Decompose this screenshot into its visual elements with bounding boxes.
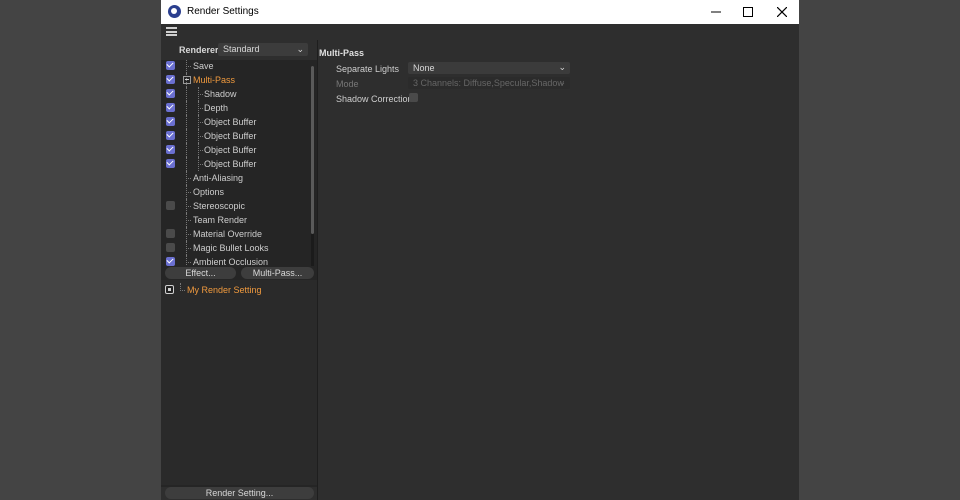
shadow-correction-checkbox[interactable] (409, 93, 418, 102)
left-panel: Renderer Standard ⌄ Save Multi-Pass Shadow… (161, 40, 317, 500)
mode-label: Mode (336, 79, 359, 89)
tree-item-label: Material Override (193, 229, 263, 239)
title-bar: Render Settings (161, 0, 799, 24)
tree-item[interactable]: Material Override (161, 227, 309, 241)
settings-list-item[interactable]: My Render Setting (161, 283, 309, 297)
tree-item[interactable]: Object Buffer (161, 129, 309, 143)
enable-checkbox[interactable] (166, 61, 175, 70)
enable-checkbox[interactable] (166, 131, 175, 140)
tree-item[interactable]: Magic Bullet Looks (161, 241, 309, 255)
maximize-icon (743, 7, 753, 17)
minimize-icon (711, 11, 721, 13)
enable-checkbox[interactable] (166, 257, 175, 266)
tree-item[interactable]: Shadow (161, 87, 309, 101)
render-settings-list: My Render Setting (161, 280, 317, 485)
tree-item[interactable]: Ambient Occlusion (161, 255, 309, 266)
tree-item-label: Anti-Aliasing (193, 173, 244, 183)
tree-item-label: Save (193, 61, 214, 71)
tree-scrollbar[interactable] (311, 66, 314, 266)
tree-item-label: Ambient Occlusion (193, 257, 269, 266)
scrollbar-thumb[interactable] (311, 66, 314, 234)
tree-item[interactable]: Object Buffer (161, 157, 309, 171)
cinema4d-app-icon (168, 5, 181, 18)
renderer-label: Renderer (179, 45, 219, 55)
enable-checkbox[interactable] (166, 243, 175, 252)
multipass-button[interactable]: Multi-Pass... (241, 267, 314, 279)
enable-checkbox[interactable] (166, 201, 175, 210)
tree-item-label: Shadow (204, 89, 237, 99)
tree-item[interactable]: Anti-Aliasing (161, 171, 309, 185)
enable-checkbox[interactable] (166, 89, 175, 98)
enable-checkbox[interactable] (166, 117, 175, 126)
maximize-button[interactable] (733, 3, 763, 21)
tree-item-label: Team Render (193, 215, 248, 225)
tree-item[interactable]: Depth (161, 101, 309, 115)
enable-checkbox[interactable] (166, 103, 175, 112)
mode-dropdown: 3 Channels: Diffuse,Specular,Shadow ⌄ (408, 77, 570, 89)
enable-checkbox[interactable] (166, 145, 175, 154)
tree-item[interactable]: Object Buffer (161, 115, 309, 129)
separate-lights-dropdown[interactable]: None ⌄ (408, 62, 570, 74)
shadow-correction-label: Shadow Correction (336, 94, 413, 104)
tree-item[interactable]: Team Render (161, 213, 309, 227)
multipass-settings-panel: Multi-Pass Separate Lights None ⌄ Mode 3… (318, 40, 799, 500)
renderer-value: Standard (223, 44, 260, 54)
mode-value: 3 Channels: Diffuse,Specular,Shadow (413, 78, 564, 88)
render-settings-window: Render Settings Renderer Standard ⌄ Save… (161, 0, 799, 500)
renderer-row: Renderer Standard ⌄ (161, 40, 317, 60)
tree-item-label: Depth (204, 103, 229, 113)
tree-item-label: Multi-Pass (193, 75, 236, 85)
settings-item-label: My Render Setting (187, 285, 262, 295)
tree-item-label: Object Buffer (204, 145, 257, 155)
tree-item-label: Object Buffer (204, 131, 257, 141)
minimize-button[interactable] (701, 3, 731, 21)
enable-checkbox[interactable] (166, 159, 175, 168)
tree-item-label: Magic Bullet Looks (193, 243, 269, 253)
tree-item[interactable]: Save (161, 60, 309, 73)
hamburger-menu-icon[interactable] (166, 27, 177, 36)
tree-item[interactable]: Options (161, 185, 309, 199)
window-title: Render Settings (187, 6, 259, 17)
close-icon (777, 7, 787, 17)
left-footer: Render Setting... (161, 487, 317, 500)
tree-item[interactable]: Stereoscopic (161, 199, 309, 213)
tree-item[interactable]: Multi-Pass (161, 73, 309, 87)
tree-item-label: Options (193, 187, 225, 197)
menu-bar (161, 24, 799, 40)
chevron-down-icon: ⌄ (558, 77, 566, 87)
close-button[interactable] (767, 3, 797, 21)
active-setting-icon[interactable] (165, 285, 174, 294)
render-effects-tree: Save Multi-Pass Shadow Depth Object Buffer Ob… (161, 60, 317, 266)
chevron-down-icon: ⌄ (296, 44, 304, 54)
separate-lights-label: Separate Lights (336, 64, 400, 74)
separate-lights-value: None (413, 63, 435, 73)
enable-checkbox[interactable] (166, 229, 175, 238)
enable-checkbox[interactable] (166, 75, 175, 84)
effect-button[interactable]: Effect... (165, 267, 236, 279)
collapse-toggle-icon[interactable] (183, 76, 191, 84)
section-title: Multi-Pass (319, 48, 365, 58)
chevron-down-icon: ⌄ (558, 62, 566, 72)
render-setting-button[interactable]: Render Setting... (165, 487, 314, 499)
tree-item-label: Object Buffer (204, 159, 257, 169)
tree-item-label: Object Buffer (204, 117, 257, 127)
tree-item-label: Stereoscopic (193, 201, 246, 211)
tree-item[interactable]: Object Buffer (161, 143, 309, 157)
renderer-dropdown[interactable]: Standard ⌄ (218, 43, 308, 56)
